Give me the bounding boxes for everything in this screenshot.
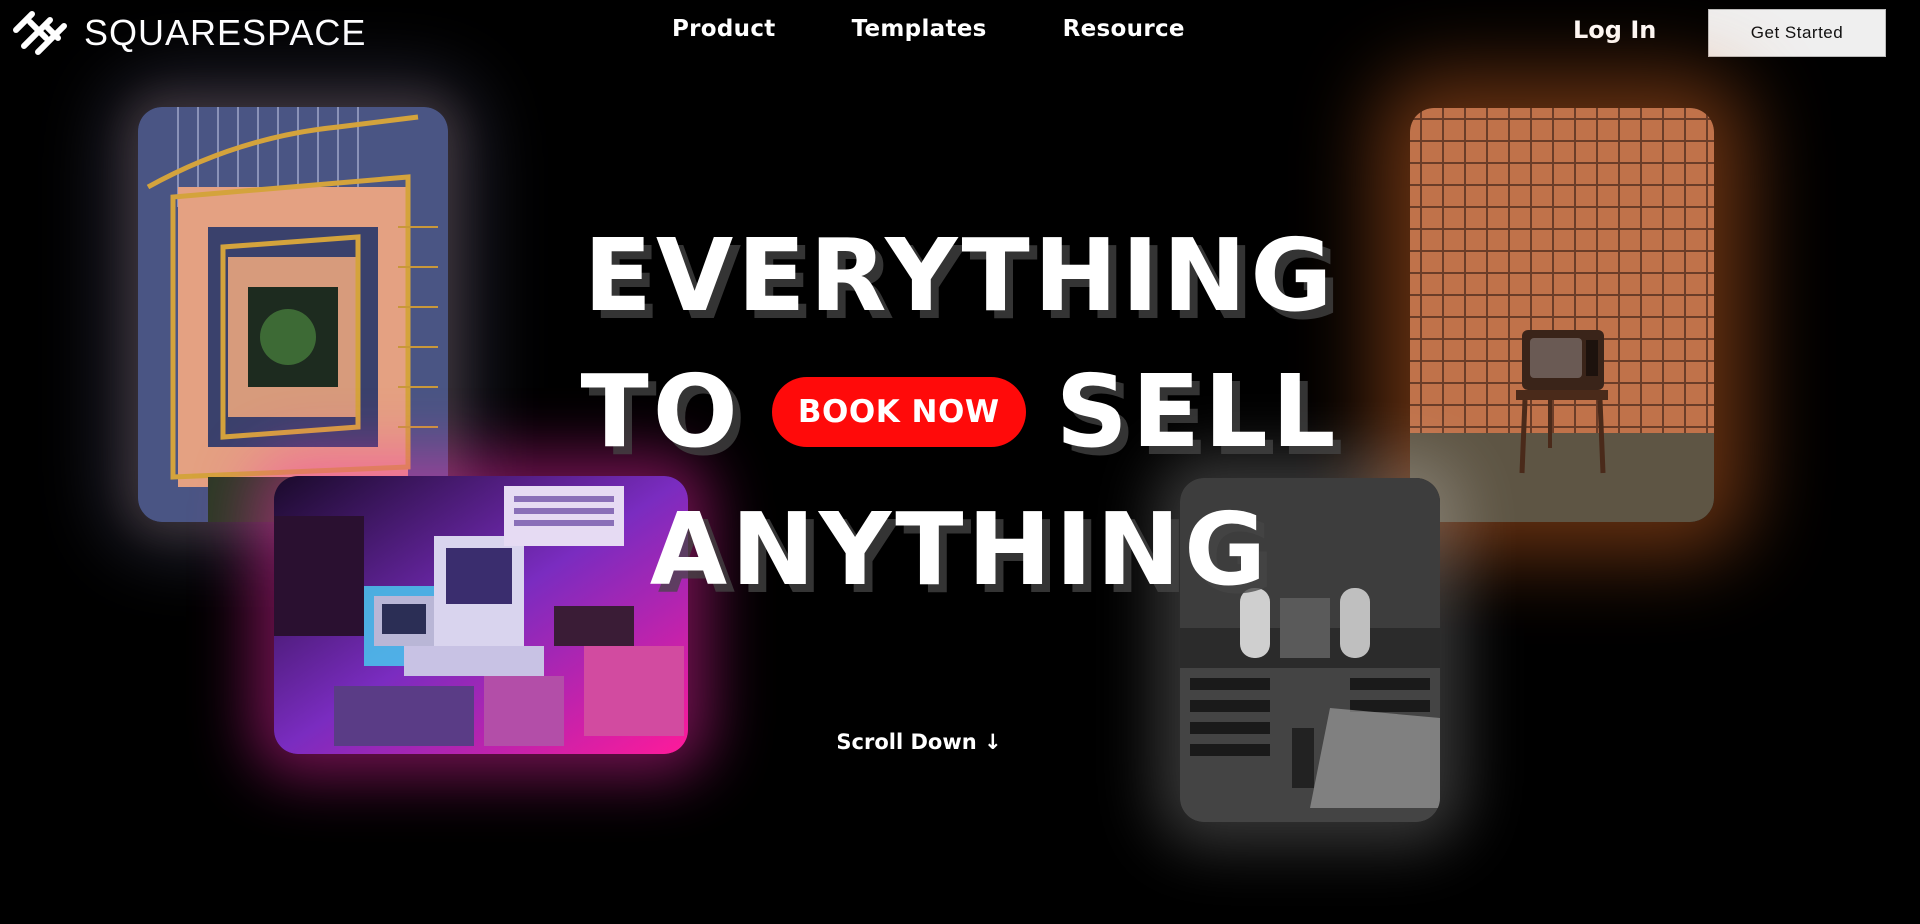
headline-line-3: ANYTHING (649, 491, 1271, 608)
nav-templates[interactable]: Templates (852, 16, 987, 42)
nav-product[interactable]: Product (672, 16, 776, 42)
headline-word-to: TO (580, 353, 742, 470)
book-now-button[interactable]: BOOK NOW (771, 377, 1026, 447)
nav-resource[interactable]: Resource (1063, 16, 1185, 42)
brand-name: SQUARESPACE (84, 12, 367, 53)
squarespace-logo-icon (13, 11, 67, 55)
login-link[interactable]: Log In (1573, 16, 1656, 44)
headline-line-1: EVERYTHING (583, 217, 1337, 334)
headline-word-sell: SELL (1055, 353, 1340, 470)
scroll-down-link[interactable]: Scroll Down ↓ (0, 730, 1838, 754)
brand-logo[interactable]: SQUARESPACE (10, 8, 366, 58)
main-nav: Product Templates Resource (672, 16, 1185, 42)
headline-line-2: TO BOOK NOW SELL (0, 362, 1920, 462)
get-started-button[interactable]: Get Started (1708, 9, 1886, 57)
landing-page: SQUARESPACE Product Templates Resource L… (0, 0, 1920, 924)
